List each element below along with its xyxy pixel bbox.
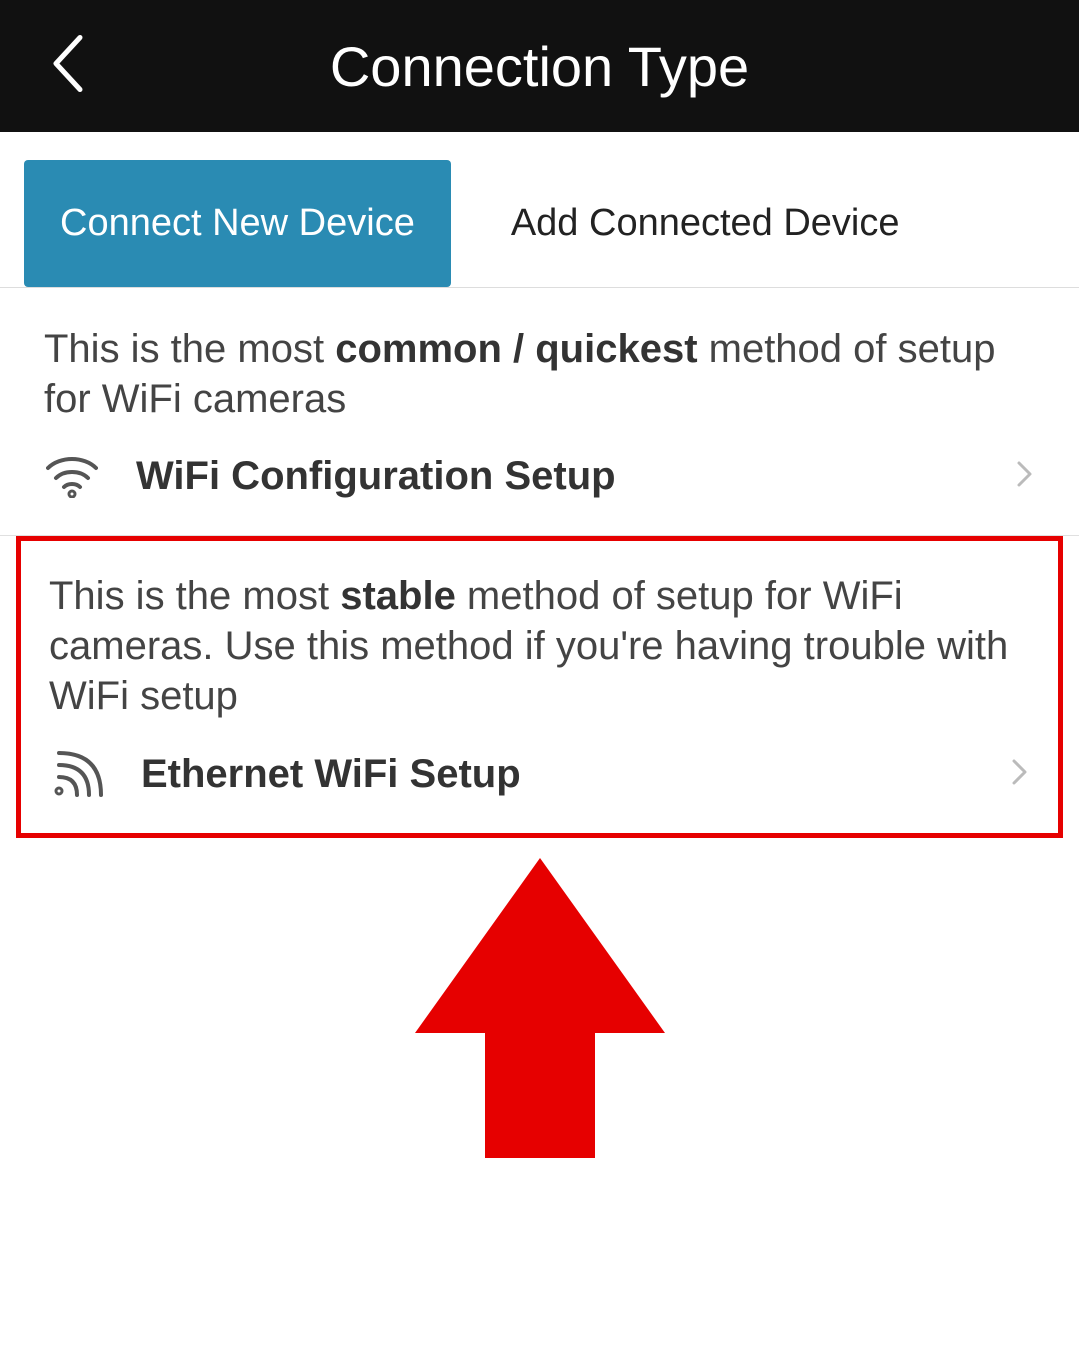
text-fragment: This is the most — [44, 327, 335, 371]
wifi-icon — [44, 456, 100, 498]
wifi-config-option[interactable]: WiFi Configuration Setup — [44, 448, 1035, 505]
chevron-right-icon — [1015, 459, 1035, 494]
annotation-arrow — [0, 858, 1079, 1168]
ethernet-wifi-section-highlight: This is the most stable method of setup … — [16, 536, 1063, 838]
ethernet-wifi-description: This is the most stable method of setup … — [49, 571, 1030, 721]
ethernet-signal-icon — [49, 749, 105, 799]
ethernet-wifi-option[interactable]: Ethernet WiFi Setup — [49, 743, 1030, 805]
tab-add-connected-device[interactable]: Add Connected Device — [451, 160, 960, 287]
back-button[interactable] — [50, 32, 86, 101]
text-bold-fragment: common / quickest — [335, 327, 697, 371]
tab-bar: Connect New Device Add Connected Device — [0, 132, 1079, 288]
chevron-right-icon — [1010, 757, 1030, 792]
text-fragment: This is the most — [49, 574, 340, 618]
chevron-left-icon — [50, 32, 86, 96]
ethernet-wifi-label: Ethernet WiFi Setup — [141, 752, 974, 797]
tab-connect-new-device[interactable]: Connect New Device — [24, 160, 451, 287]
arrow-up-icon — [410, 858, 670, 1168]
header-bar: Connection Type — [0, 0, 1079, 132]
wifi-config-description: This is the most common / quickest metho… — [44, 324, 1035, 424]
text-bold-fragment: stable — [340, 574, 456, 618]
wifi-config-label: WiFi Configuration Setup — [136, 454, 979, 499]
wifi-config-section: This is the most common / quickest metho… — [0, 288, 1079, 536]
page-title: Connection Type — [0, 34, 1079, 99]
